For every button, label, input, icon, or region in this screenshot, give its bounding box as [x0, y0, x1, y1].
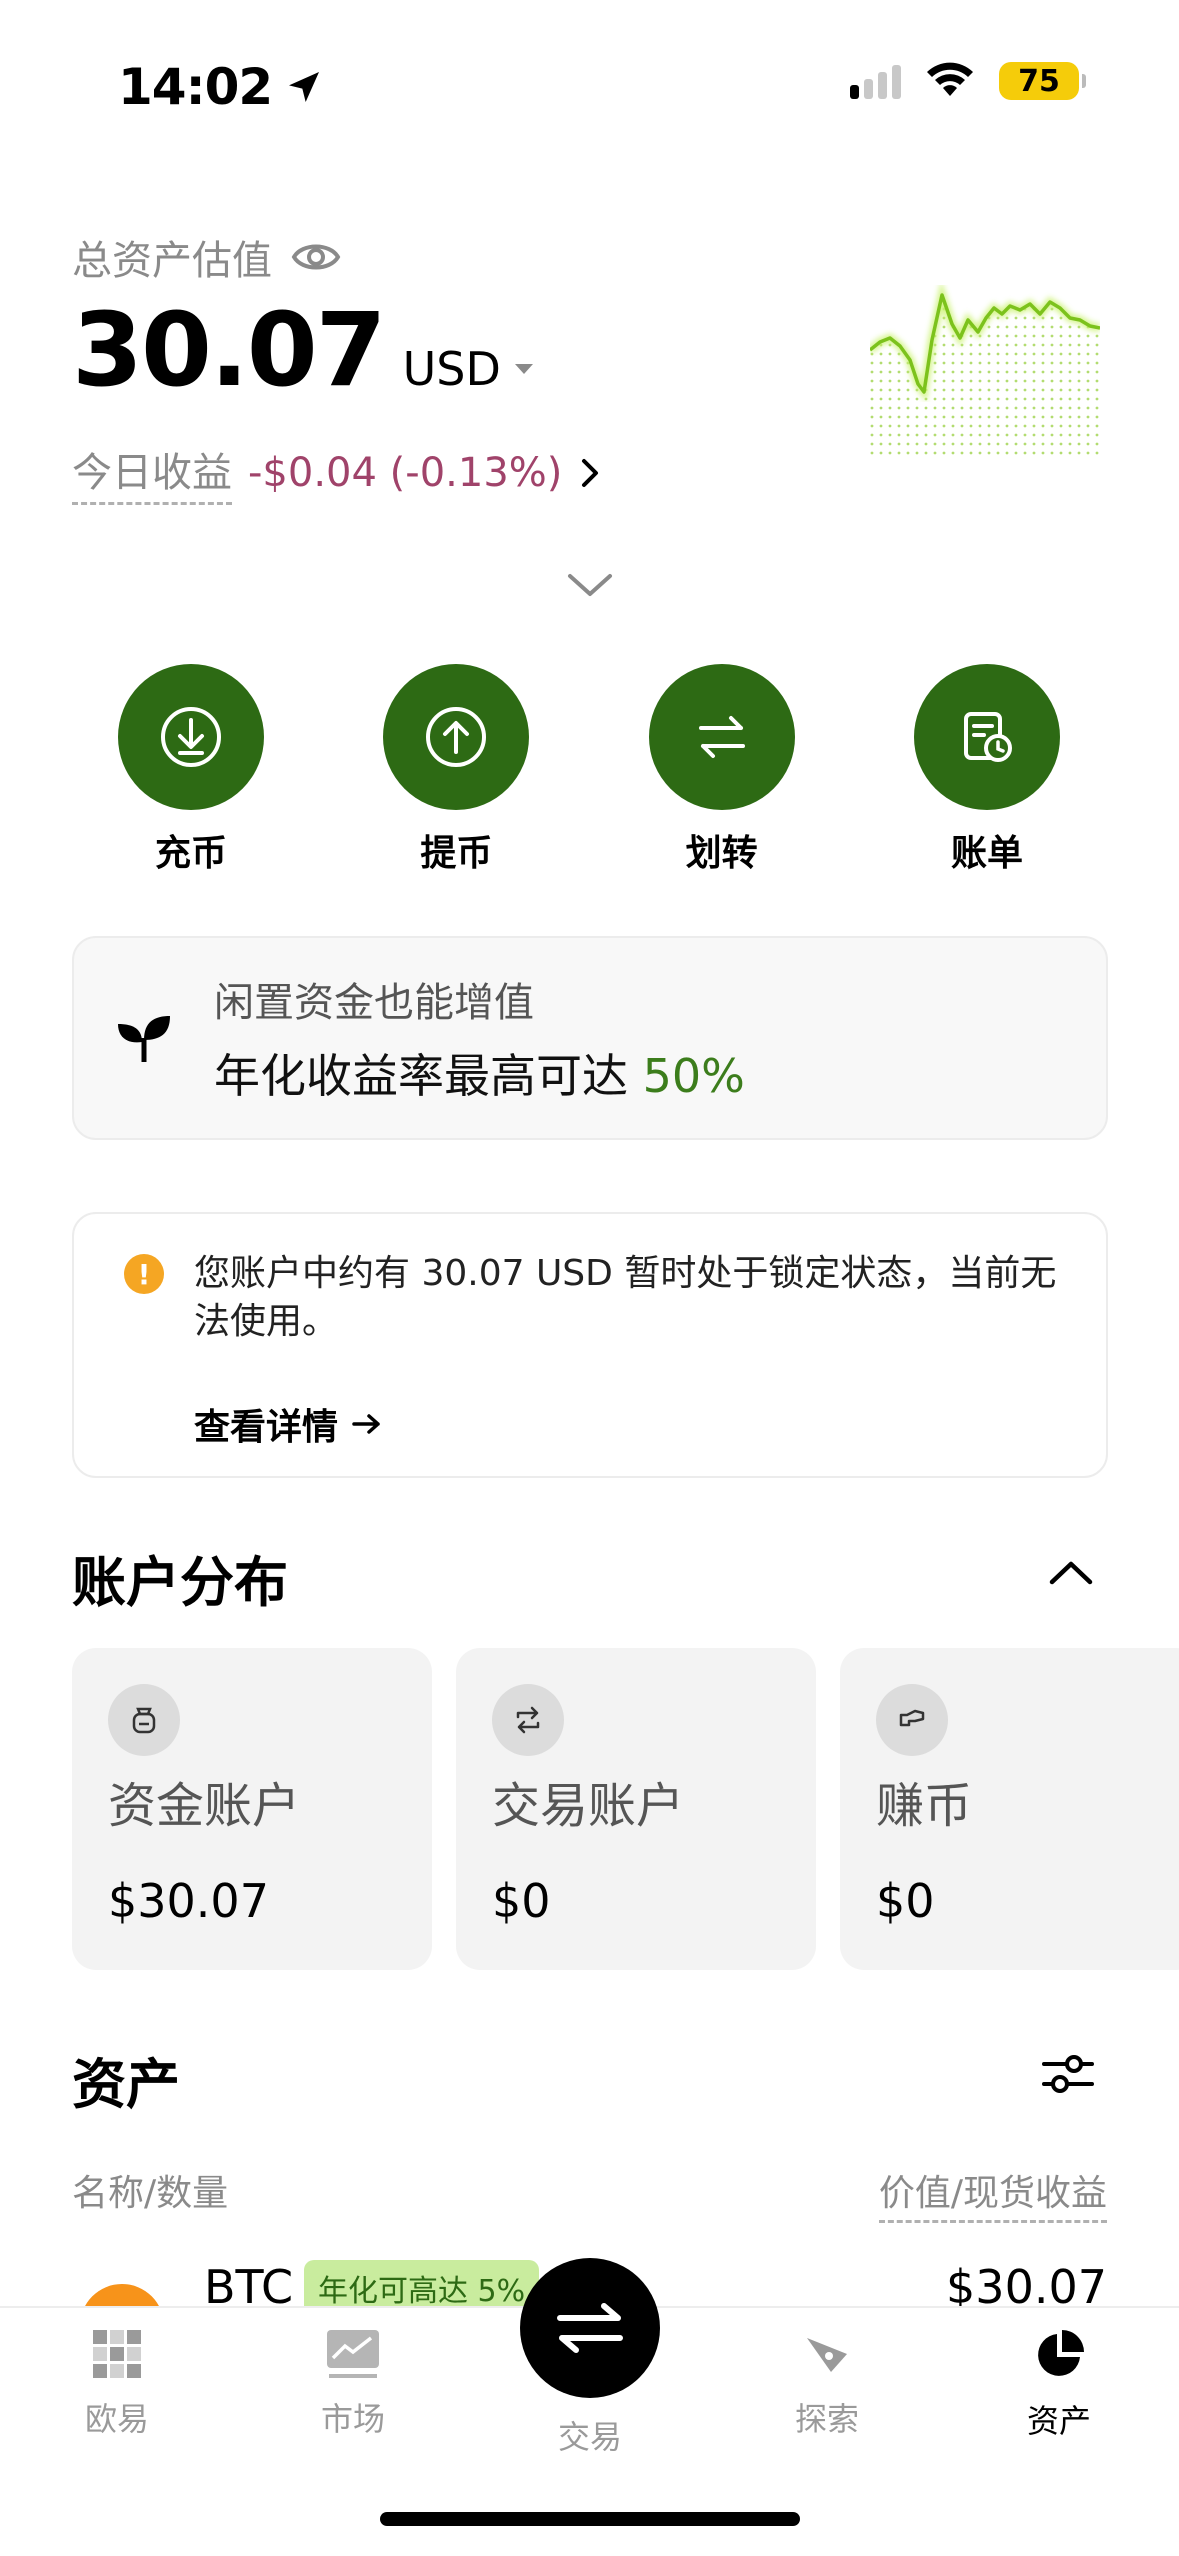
earn-account-card[interactable]: 赚币 $0: [840, 1648, 1179, 1970]
time-text: 14:02: [118, 58, 273, 116]
total-asset-label-text: 总资产估值: [72, 238, 272, 284]
home-indicator[interactable]: [380, 2512, 800, 2526]
earn-icon: [876, 1684, 948, 1756]
account-value: $30.07: [108, 1874, 269, 1928]
status-indicators: 75: [850, 62, 1086, 100]
tab-market[interactable]: 市场: [263, 2328, 443, 2440]
column-name-quantity: 名称/数量: [72, 2173, 229, 2214]
chevron-right-icon: [582, 458, 599, 487]
total-asset-row: 30.07 USD: [72, 300, 533, 402]
account-value: $0: [876, 1874, 935, 1928]
expand-chevron-icon[interactable]: [566, 570, 614, 600]
cellular-signal-icon: [850, 63, 901, 99]
warning-icon: !: [124, 1254, 164, 1294]
tab-trade-label[interactable]: 交易: [500, 2412, 680, 2458]
status-time: 14:02: [118, 58, 324, 116]
withdraw-button[interactable]: 提币: [383, 664, 530, 876]
battery-icon: 75: [999, 62, 1086, 100]
earn-title: 闲置资金也能增值: [214, 980, 534, 1026]
withdraw-label: 提币: [420, 833, 493, 874]
tab-label: 欧易: [84, 2400, 149, 2438]
arrow-right-icon: [352, 1414, 380, 1434]
earn-promo-banner[interactable]: 闲置资金也能增值 年化收益率最高可达 50%: [72, 936, 1108, 1140]
wifi-icon: [927, 62, 973, 96]
explore-compass-icon: [807, 2338, 847, 2372]
currency-label: USD: [402, 342, 501, 396]
tab-label: 资产: [1026, 2402, 1091, 2440]
bill-button[interactable]: 账单: [913, 664, 1060, 876]
earn-subtitle: 年化收益率最高可达 50%: [214, 1040, 745, 1106]
transfer-icon: [648, 664, 795, 810]
funding-account-icon: [108, 1684, 180, 1756]
okx-logo-icon: [93, 2330, 141, 2378]
bill-label: 账单: [950, 833, 1023, 874]
assets-title: 资产: [72, 2053, 180, 2116]
trading-account-icon: [492, 1684, 564, 1756]
tab-home[interactable]: 欧易: [27, 2328, 207, 2440]
tab-label: 市场: [320, 2400, 385, 2438]
locked-funds-notice: ! 您账户中约有 30.07 USD 暂时处于锁定状态，当前无法使用。 查看详情: [72, 1212, 1108, 1478]
deposit-label: 充币: [154, 833, 227, 874]
trade-fab-button[interactable]: [520, 2258, 660, 2398]
tab-explore[interactable]: 探索: [737, 2328, 917, 2440]
asset-sparkline: [870, 280, 1100, 460]
sprout-icon: [118, 1016, 170, 1062]
transfer-label: 划转: [685, 833, 758, 874]
trade-swap-icon: [557, 2303, 623, 2353]
funding-account-card[interactable]: 资金账户 $30.07: [72, 1648, 432, 1970]
eye-icon[interactable]: [290, 237, 342, 277]
assets-pie-icon: [1038, 2330, 1084, 2376]
tab-label: 探索: [794, 2400, 859, 2438]
location-arrow-icon: [289, 72, 320, 102]
battery-level: 75: [1018, 63, 1060, 99]
total-asset-value: 30.07: [72, 291, 387, 410]
account-name: 交易账户: [492, 1778, 685, 1834]
account-distribution-title: 账户分布: [72, 1551, 288, 1614]
pnl-label: 今日收益: [72, 440, 232, 505]
quick-actions: 充币 提币 划转 账单: [118, 664, 1060, 876]
pnl-value: -$0.04 (-0.13%): [248, 449, 563, 496]
bill-icon: [913, 664, 1060, 810]
account-value: $0: [492, 1874, 551, 1928]
withdraw-icon: [383, 664, 530, 810]
transfer-button[interactable]: 划转: [648, 664, 795, 876]
account-name: 赚币: [876, 1778, 973, 1834]
deposit-button[interactable]: 充币: [118, 664, 264, 876]
column-value-pnl[interactable]: 价值/现货收益: [878, 2164, 1107, 2223]
market-chart-icon: [327, 2330, 379, 2378]
caret-down-icon: [514, 364, 533, 374]
earn-percent: 50%: [642, 1049, 745, 1103]
deposit-icon: [118, 664, 264, 810]
today-pnl[interactable]: 今日收益 -$0.04 (-0.13%): [72, 440, 604, 505]
trading-account-card[interactable]: 交易账户 $0: [456, 1648, 816, 1970]
account-name: 资金账户: [108, 1778, 301, 1834]
filter-sliders-icon[interactable]: [1040, 2046, 1096, 2102]
chevron-up-icon[interactable]: [1048, 1558, 1094, 1588]
earn-subtitle-text: 年化收益率最高可达: [214, 1049, 643, 1103]
notice-text: 您账户中约有 30.07 USD 暂时处于锁定状态，当前无法使用。: [194, 1253, 1057, 1342]
view-details-label: 查看详情: [194, 1407, 339, 1448]
account-cards: 资金账户 $30.07 交易账户 $0 赚币 $0: [72, 1648, 1179, 1970]
tab-assets[interactable]: 资产: [969, 2328, 1149, 2442]
view-details-link[interactable]: 查看详情: [194, 1398, 382, 1450]
currency-selector[interactable]: USD: [403, 342, 533, 396]
total-asset-label: 总资产估值: [72, 228, 342, 286]
